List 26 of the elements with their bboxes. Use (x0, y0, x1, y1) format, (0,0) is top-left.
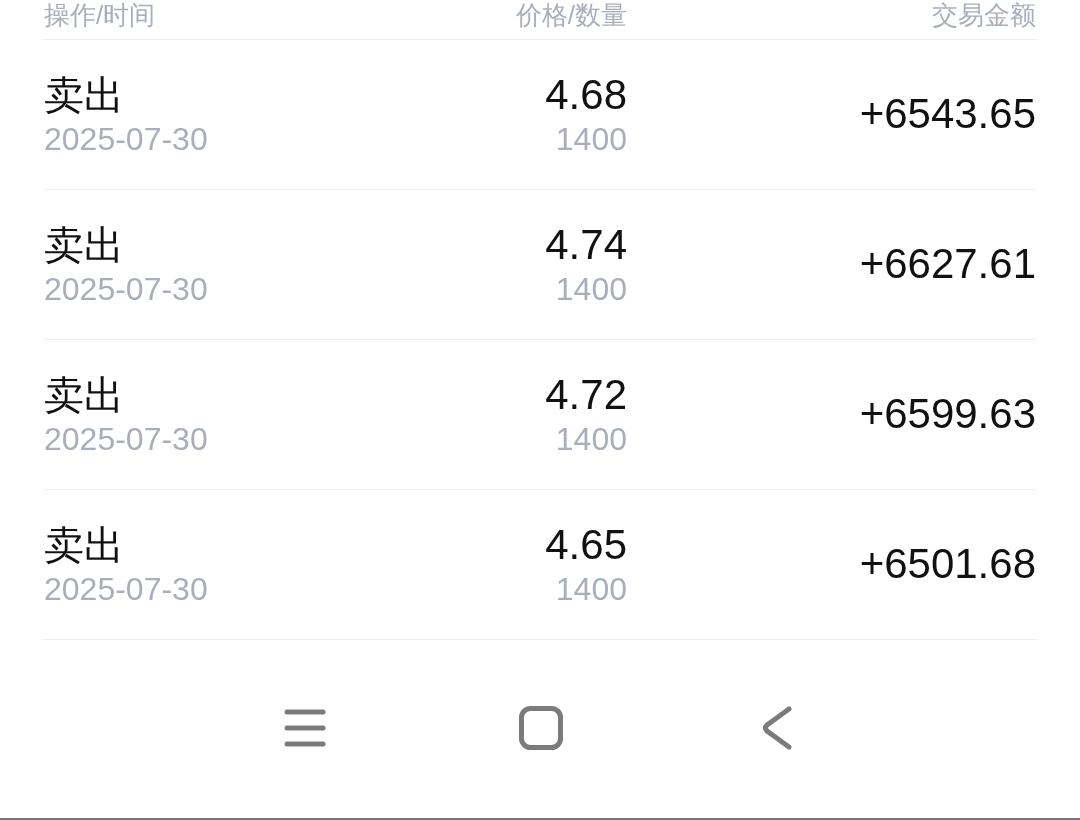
amount-text: +6501.68 (859, 539, 1036, 588)
operation-text: 卖出 (44, 221, 124, 269)
column-header: 操作/时间 (44, 0, 156, 30)
column-header: 交易金额 (932, 0, 1036, 30)
amount-text: +6543.65 (859, 89, 1036, 138)
amount-text: +6627.61 (859, 239, 1036, 288)
price-text: 4.68 (545, 70, 627, 119)
operation-text: 卖出 (44, 521, 124, 569)
quantity-text: 1400 (555, 419, 627, 459)
date-text: 2025-07-30 (44, 569, 208, 609)
date-text: 2025-07-30 (44, 419, 208, 459)
price-text: 4.65 (545, 520, 627, 569)
column-header: 价格/数量 (515, 0, 627, 30)
chevron-left-icon[interactable] (762, 706, 792, 750)
quantity-text: 1400 (555, 569, 627, 609)
square-icon[interactable] (519, 706, 563, 750)
operation-text: 卖出 (44, 71, 124, 119)
price-text: 4.74 (545, 220, 627, 269)
amount-text: +6599.63 (859, 389, 1036, 438)
price-text: 4.72 (545, 370, 627, 419)
operation-text: 卖出 (44, 371, 124, 419)
quantity-text: 1400 (555, 269, 627, 309)
date-text: 2025-07-30 (44, 269, 208, 309)
menu-icon[interactable] (284, 709, 326, 747)
date-text: 2025-07-30 (44, 119, 208, 159)
quantity-text: 1400 (555, 119, 627, 159)
